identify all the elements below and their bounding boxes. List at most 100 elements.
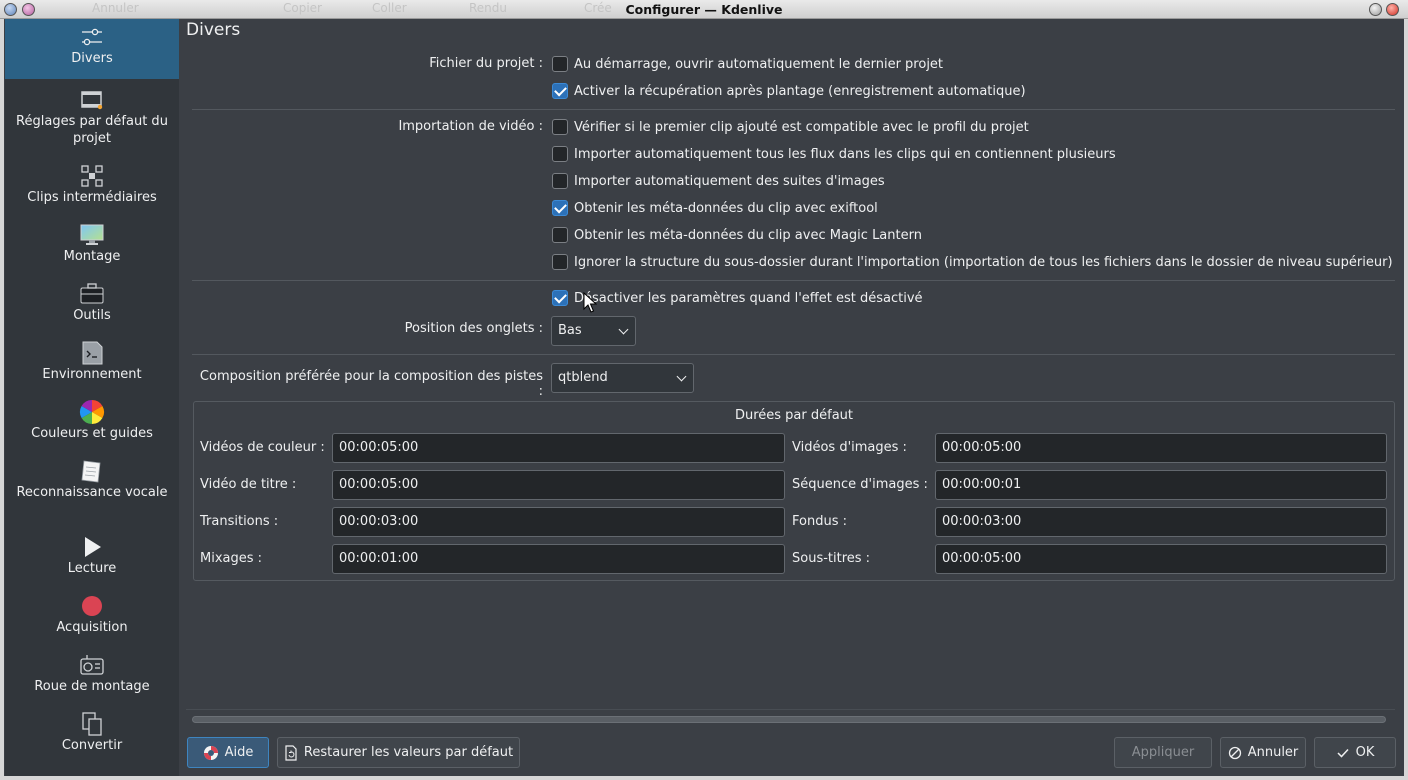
sidebar-item-label: Divers <box>71 51 113 66</box>
copy-convert-icon <box>82 712 102 736</box>
divider <box>192 354 1395 355</box>
sidebar-item-speech[interactable]: Reconnaissance vocale <box>5 458 179 501</box>
sidebar-item-label: Environnement <box>42 367 142 382</box>
terminal-icon <box>82 341 103 365</box>
monitor-icon <box>80 224 104 245</box>
window-titlebar[interactable]: Annuler Copier Coller Rendu Crée Configu… <box>0 0 1408 19</box>
mouse-cursor-icon <box>583 292 597 313</box>
window-title: Configurer — Kdenlive <box>625 2 783 17</box>
mix-duration-input[interactable]: 00:00:01:00 <box>332 544 785 574</box>
restore-defaults-button[interactable]: Restaurer les valeurs par défaut <box>277 737 520 768</box>
sidebar-item-outils[interactable]: Outils <box>5 281 179 324</box>
help-button[interactable]: Aide <box>187 737 269 768</box>
apply-button[interactable]: Appliquer <box>1114 737 1212 768</box>
checkbox-box[interactable] <box>552 200 568 216</box>
image-sequence-duration-label: Séquence d'images : <box>792 477 928 492</box>
close-button[interactable] <box>1386 3 1399 16</box>
ok-button[interactable]: OK <box>1314 737 1396 768</box>
maximize-button[interactable] <box>1369 3 1382 16</box>
checkbox-label: Importer automatiquement tous les flux d… <box>574 146 1116 162</box>
title-clip-duration-input[interactable]: 00:00:05:00 <box>332 470 785 500</box>
proxy-clip-icon <box>81 165 103 187</box>
subtitle-duration-input[interactable]: 00:00:05:00 <box>935 544 1387 574</box>
chevron-down-icon <box>618 324 629 335</box>
sidebar-item-label: Reconnaissance vocale <box>16 485 168 500</box>
checkbox-ignore-subfolders[interactable]: Ignorer la structure du sous-dossier dur… <box>552 253 1393 271</box>
button-label: Appliquer <box>1131 745 1195 760</box>
button-label: Restaurer les valeurs par défaut <box>303 745 514 760</box>
transition-duration-input[interactable]: 00:00:03:00 <box>332 507 785 537</box>
sidebar-item-project-defaults[interactable]: Réglages par défaut du projet <box>5 87 179 147</box>
divider <box>186 709 1395 710</box>
sidebar-item-convertir[interactable]: Convertir <box>5 711 179 754</box>
sidebar-item-lecture[interactable]: Lecture <box>5 534 179 577</box>
checkbox-box[interactable] <box>552 119 568 135</box>
checkbox-box[interactable] <box>552 227 568 243</box>
sidebar-item-label: Clips intermédiaires <box>27 190 157 205</box>
checkbox-open-last-project[interactable]: Au démarrage, ouvrir automatiquement le … <box>552 55 943 73</box>
sidebar-item-acquisition[interactable]: Acquisition <box>5 593 179 636</box>
sidebar-item-label: Montage <box>63 249 121 264</box>
checkbox-box[interactable] <box>552 290 568 306</box>
checkbox-crash-recovery[interactable]: Activer la récupération après plantage (… <box>552 82 1026 100</box>
toolbox-icon <box>80 283 104 304</box>
sidebar-item-environnement[interactable]: Environnement <box>5 340 179 383</box>
checkbox-label: Désactiver les paramètres quand l'effet … <box>574 290 923 306</box>
fade-duration-input[interactable]: 00:00:03:00 <box>935 507 1387 537</box>
record-icon <box>82 596 102 616</box>
transition-duration-label: Transitions : <box>200 514 279 529</box>
checkbox-label: Vérifier si le premier clip ajouté est c… <box>574 119 1029 135</box>
play-icon <box>85 537 101 557</box>
notepad-icon <box>81 460 101 483</box>
checkbox-check-first-clip[interactable]: Vérifier si le premier clip ajouté est c… <box>552 118 1029 136</box>
horizontal-scrollbar[interactable] <box>192 716 1386 723</box>
sidebar-item-label: Couleurs et guides <box>31 426 153 441</box>
settings-sidebar: Divers Réglages par défaut du projet Cli… <box>5 19 179 776</box>
sidebar-item-label: Outils <box>73 308 111 323</box>
tab-position-label: Position des onglets : <box>404 321 543 336</box>
button-label: Annuler <box>1247 745 1299 760</box>
divider <box>192 280 1395 281</box>
sidebar-item-label: Convertir <box>61 738 123 753</box>
checkbox-label: Ignorer la structure du sous-dossier dur… <box>574 254 1393 270</box>
checkbox-disable-params[interactable]: Désactiver les paramètres quand l'effet … <box>552 289 923 307</box>
checkbox-label: Activer la récupération après plantage (… <box>574 83 1026 99</box>
image-clip-duration-input[interactable]: 00:00:05:00 <box>935 433 1387 463</box>
project-file-label: Fichier du projet : <box>429 56 543 71</box>
checkmark-icon <box>1337 748 1349 758</box>
checkbox-box[interactable] <box>552 83 568 99</box>
checkbox-box[interactable] <box>552 173 568 189</box>
image-sequence-duration-input[interactable]: 00:00:00:01 <box>935 470 1387 500</box>
checkbox-box[interactable] <box>552 254 568 270</box>
checkbox-magic-lantern[interactable]: Obtenir les méta-données du clip avec Ma… <box>552 226 922 244</box>
tab-position-select[interactable]: Bas <box>551 316 636 346</box>
color-clip-duration-input[interactable]: 00:00:05:00 <box>332 433 785 463</box>
sidebar-item-jogshuttle[interactable]: Roue de montage <box>5 652 179 695</box>
button-label: Aide <box>224 745 254 760</box>
page-title: Divers <box>186 20 241 40</box>
sidebar-item-colors-guides[interactable]: Couleurs et guides <box>5 399 179 442</box>
image-clip-duration-label: Vidéos d'images : <box>792 440 907 455</box>
subtitle-duration-label: Sous-titres : <box>792 551 871 566</box>
checkbox-import-all-streams[interactable]: Importer automatiquement tous les flux d… <box>552 145 1116 163</box>
composition-select[interactable]: qtblend <box>551 363 694 393</box>
select-value: qtblend <box>558 370 608 385</box>
sidebar-item-divers[interactable]: Divers <box>5 19 179 79</box>
color-clip-duration-label: Vidéos de couleur : <box>200 440 325 455</box>
sidebar-item-proxy-clips[interactable]: Clips intermédiaires <box>5 163 179 206</box>
fade-duration-label: Fondus : <box>792 514 847 529</box>
checkbox-image-sequences[interactable]: Importer automatiquement des suites d'im… <box>552 172 885 190</box>
sidebar-item-montage[interactable]: Montage <box>5 222 179 265</box>
divider <box>192 109 1395 110</box>
checkbox-box[interactable] <box>552 56 568 72</box>
sidebar-item-label: Acquisition <box>56 620 128 635</box>
chevron-down-icon <box>676 371 687 382</box>
checkbox-box[interactable] <box>552 146 568 162</box>
checkbox-label: Au démarrage, ouvrir automatiquement le … <box>574 56 944 72</box>
sidebar-item-label: Roue de montage <box>34 679 150 694</box>
cancel-button[interactable]: Annuler <box>1220 737 1306 768</box>
checkbox-label: Obtenir les méta-données du clip avec ex… <box>574 200 878 216</box>
button-label: OK <box>1355 745 1375 760</box>
checkbox-exiftool[interactable]: Obtenir les méta-données du clip avec ex… <box>552 199 878 217</box>
checkbox-label: Importer automatiquement des suites d'im… <box>574 173 885 189</box>
